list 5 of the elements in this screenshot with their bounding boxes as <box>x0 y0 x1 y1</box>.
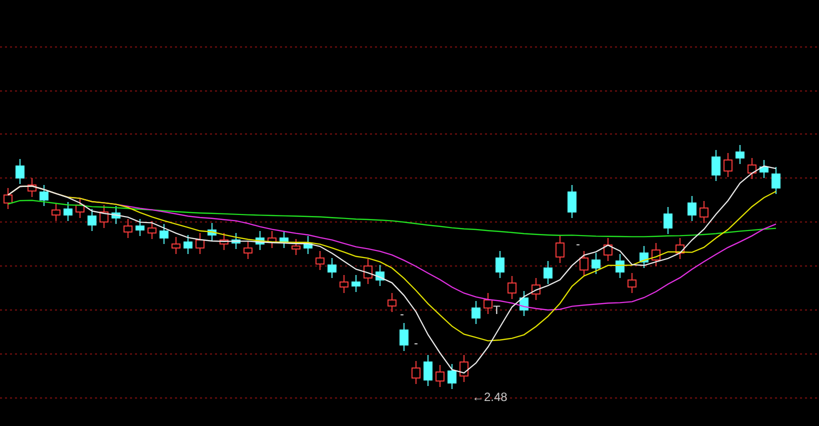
low-price-label: ←2.48 <box>472 391 508 403</box>
chart-marker: T <box>493 304 500 316</box>
chart-marker: - <box>576 238 580 250</box>
chart-marker: - <box>400 308 404 320</box>
chart-marker: - <box>414 337 418 349</box>
